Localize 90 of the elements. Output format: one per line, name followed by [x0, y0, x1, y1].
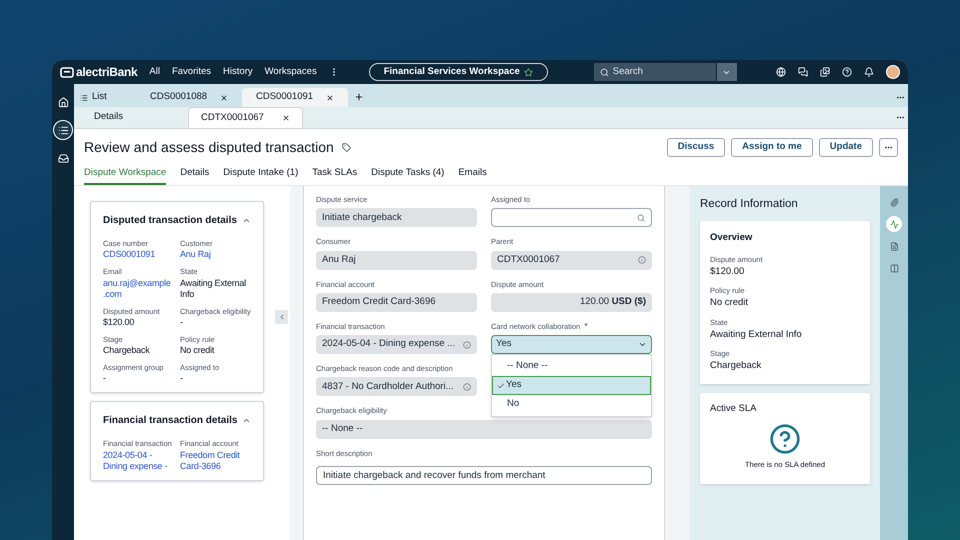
close-icon[interactable]: [282, 114, 290, 122]
field-link[interactable]: CDS0001091: [103, 249, 174, 260]
readonly-field[interactable]: -- None --: [316, 420, 652, 438]
workspace-pill[interactable]: Financial Services Workspace: [368, 63, 548, 81]
field-value: Chargeback: [103, 345, 151, 356]
rail-button[interactable]: [53, 120, 73, 140]
columns-icon: [890, 264, 898, 272]
page-tab[interactable]: Dispute Intake (1): [223, 166, 298, 185]
page-tab[interactable]: Details: [180, 166, 210, 185]
activity-icon: [890, 220, 898, 228]
record-tab[interactable]: List: [74, 88, 136, 107]
field-link[interactable]: Freedom Credit Card-3696: [180, 450, 251, 472]
attachment-icon: [890, 198, 898, 206]
caret-icon: [638, 340, 647, 349]
home-icon: [58, 96, 68, 108]
readonly-field[interactable]: 4837 - No Cardholder Authori...: [316, 377, 477, 396]
nav-link[interactable]: All: [149, 64, 160, 80]
action-button[interactable]: Discuss: [666, 138, 726, 157]
avatar[interactable]: [886, 65, 900, 79]
field-value: -: [180, 316, 184, 328]
document-icon: [890, 242, 898, 250]
dropdown-option[interactable]: No: [492, 395, 651, 414]
collapse-icon[interactable]: [242, 216, 251, 225]
search-field[interactable]: [491, 208, 652, 228]
toolbar-button[interactable]: [886, 216, 902, 232]
page-tab[interactable]: Task SLAs: [312, 166, 358, 185]
nav-link[interactable]: Favorites: [172, 64, 212, 80]
new-tab-icon[interactable]: [354, 92, 364, 102]
search-icon: [600, 68, 609, 76]
field-value: $120.00: [103, 316, 136, 328]
sub-tab[interactable]: CDTX0001067: [188, 107, 303, 128]
page-tab[interactable]: Dispute Tasks (4): [371, 166, 444, 185]
readonly-field[interactable]: CDTX0001067: [491, 250, 652, 270]
image-icon[interactable]: [820, 67, 830, 77]
chat-icon[interactable]: [798, 67, 808, 77]
field-value: Awaiting External Info: [710, 328, 803, 342]
sub-tab[interactable]: Details: [74, 107, 188, 128]
page-tab[interactable]: Emails: [458, 166, 487, 185]
search-dropdown-button[interactable]: [716, 63, 737, 81]
field-link[interactable]: Anu Raj: [180, 249, 251, 260]
page-title: Review and assess disputed transaction: [84, 138, 334, 157]
check-icon: [497, 382, 505, 390]
search-icon: [637, 214, 645, 222]
search-field[interactable]: Search: [594, 63, 716, 81]
tag-icon[interactable]: [342, 143, 351, 152]
field-value: $120.00: [710, 264, 746, 279]
dropdown-option[interactable]: Yes: [492, 376, 651, 395]
info-icon[interactable]: [463, 382, 471, 391]
bell-icon[interactable]: [864, 67, 874, 77]
required-mark: *: [584, 322, 588, 331]
logo-icon: [60, 66, 74, 78]
record-tab[interactable]: CDS0001088: [136, 88, 242, 107]
card-title: Active SLA: [710, 402, 758, 416]
field-value: No credit: [710, 296, 750, 310]
readonly-field[interactable]: Freedom Credit Card-3696: [316, 292, 477, 312]
select-field[interactable]: Yes: [491, 335, 652, 354]
readonly-field[interactable]: 2024-05-04 - Dining expense ...: [316, 335, 477, 354]
field-value: -: [103, 373, 107, 384]
nav-link[interactable]: Workspaces: [264, 64, 317, 80]
help-icon[interactable]: [842, 67, 852, 77]
globe-icon[interactable]: [776, 67, 786, 77]
close-icon[interactable]: [220, 94, 228, 102]
record-tab[interactable]: CDS0001091: [242, 88, 348, 107]
amount-field[interactable]: 120.00 USD ($): [491, 292, 652, 312]
more-button[interactable]: [879, 138, 898, 157]
card-title: Overview: [710, 231, 754, 246]
brand-name: alectriBank: [76, 64, 138, 81]
star-icon: [524, 68, 533, 76]
dropdown-option[interactable]: -- None --: [492, 357, 651, 376]
field-value: Chargeback: [710, 359, 762, 374]
nav-link[interactable]: History: [223, 64, 253, 80]
info-icon[interactable]: [463, 340, 471, 348]
panel-title: Record Information: [700, 197, 799, 212]
field-link[interactable]: anu.raj@example .com: [103, 278, 174, 300]
close-icon[interactable]: [326, 94, 334, 102]
inbox-icon: [58, 152, 68, 164]
readonly-field[interactable]: Anu Raj: [316, 250, 477, 270]
card-title: Disputed transaction details: [103, 214, 237, 228]
readonly-field[interactable]: Initiate chargeback: [316, 208, 477, 228]
action-button[interactable]: Update: [818, 138, 873, 157]
help-icon: [769, 422, 801, 455]
field-value: Awaiting External Info: [180, 278, 247, 300]
action-button[interactable]: Assign to me: [731, 138, 813, 157]
info-icon[interactable]: [638, 256, 646, 264]
field-value: No credit: [180, 345, 216, 356]
card-title: Financial transaction details: [103, 414, 238, 428]
list-icon: [80, 94, 88, 102]
input-field[interactable]: Initiate chargeback and recover funds from merchant: [316, 466, 652, 485]
field-value: -: [180, 373, 184, 384]
field-link[interactable]: 2024-05-04 - Dining expense -: [103, 450, 174, 472]
